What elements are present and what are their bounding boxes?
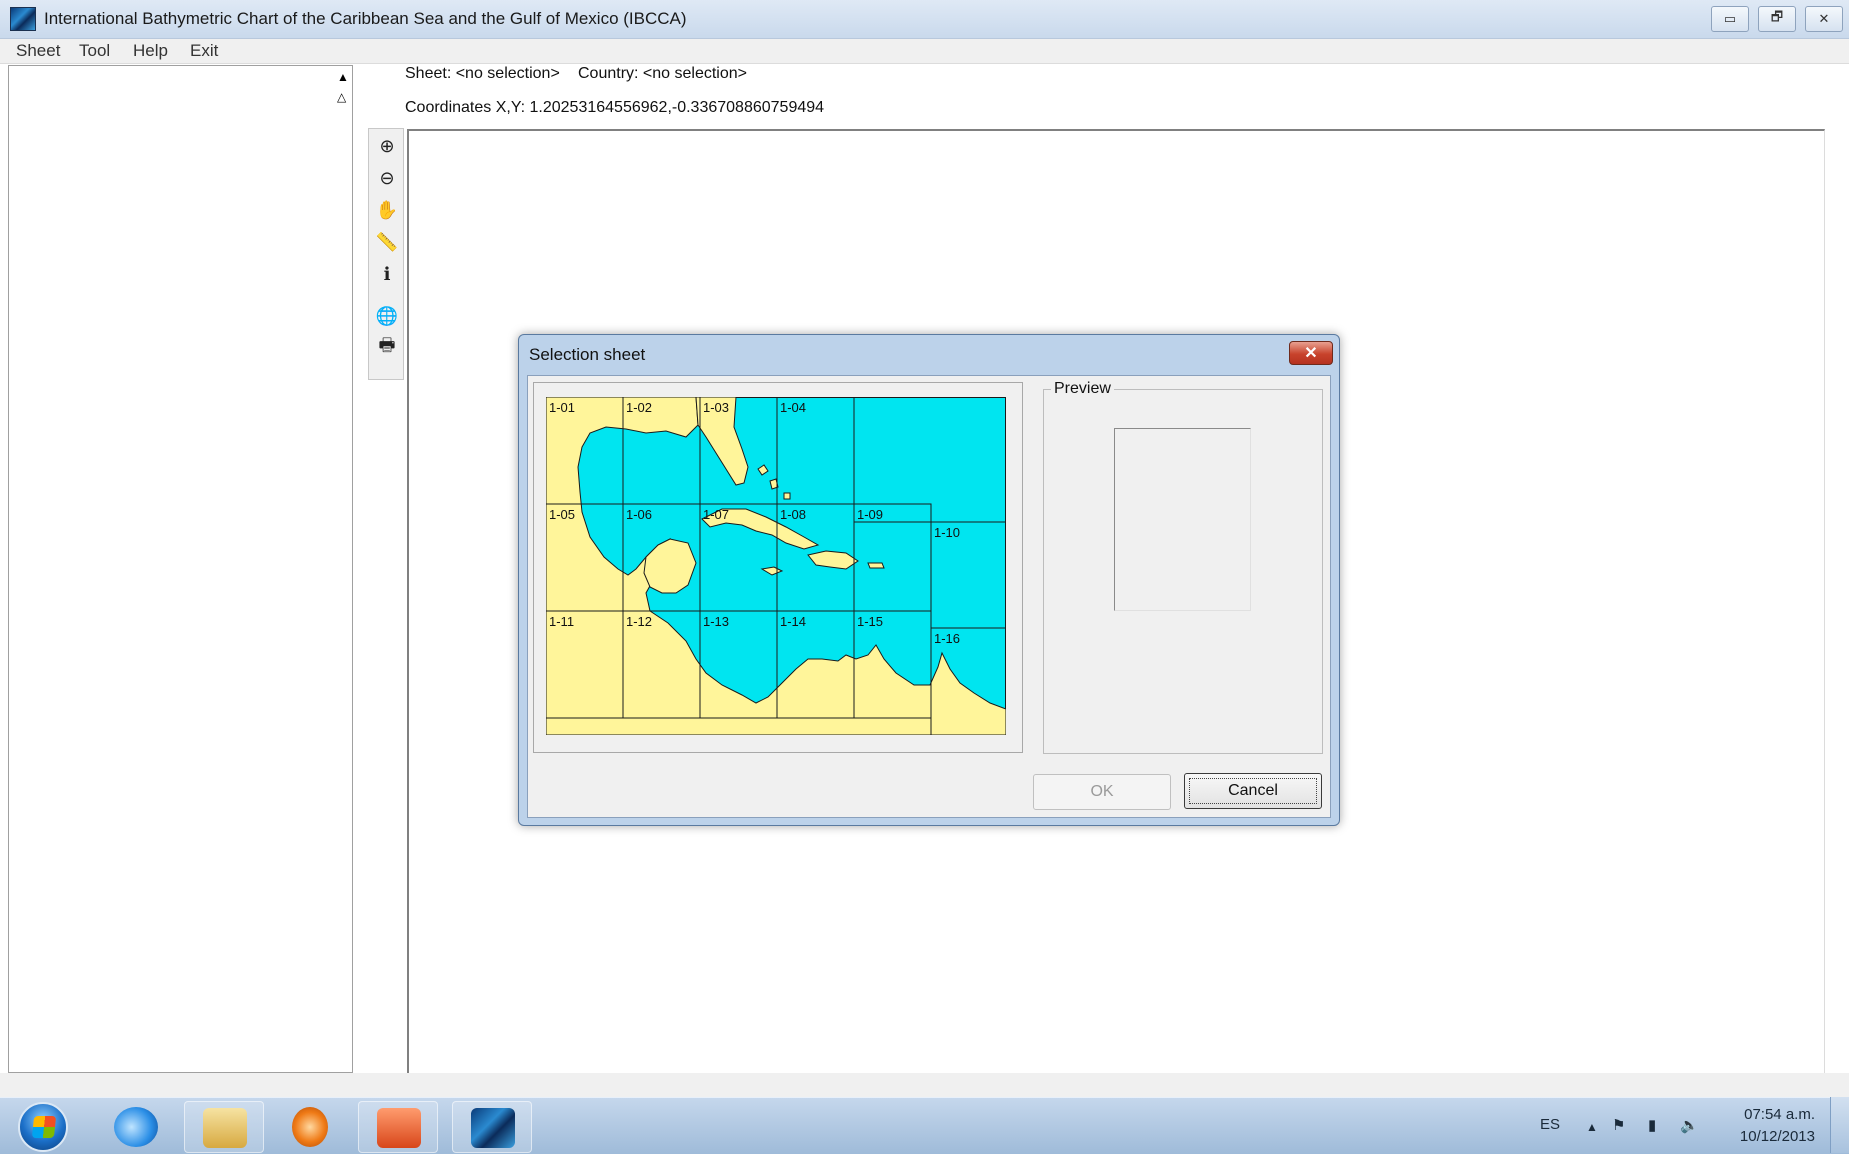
sheet-label[interactable]: 1-01 bbox=[549, 400, 575, 415]
system-clock[interactable]: 07:54 a.m. 10/12/2013 bbox=[1740, 1104, 1815, 1148]
close-icon: ✕ bbox=[1818, 11, 1830, 26]
media-player-icon bbox=[292, 1107, 328, 1147]
sheet-label[interactable]: 1-16 bbox=[934, 631, 960, 646]
app-icon bbox=[10, 7, 36, 31]
dialog-body: 1-01 1-02 1-03 1-04 1-05 1-06 1-07 1-08 1-09 1-10… bbox=[527, 375, 1331, 818]
expand-arrow-icon[interactable]: △ bbox=[337, 90, 346, 104]
sheet-label[interactable]: 1-09 bbox=[857, 507, 883, 522]
action-center-flag-icon[interactable]: ⚑ bbox=[1612, 1116, 1625, 1134]
cancel-button[interactable]: Cancel bbox=[1184, 773, 1322, 809]
zoom-in-icon[interactable]: ⊕ bbox=[374, 133, 400, 159]
sheet-label[interactable]: 1-06 bbox=[626, 507, 652, 522]
country-selection-label: Country: <no selection> bbox=[578, 65, 747, 82]
start-button[interactable] bbox=[18, 1102, 68, 1152]
sheet-label[interactable]: 1-14 bbox=[780, 614, 806, 629]
taskbar-presentation-app[interactable] bbox=[358, 1101, 438, 1153]
restore-button[interactable]: 🗗 bbox=[1758, 6, 1796, 32]
collapse-arrow-icon[interactable]: ▲ bbox=[337, 70, 349, 84]
menu-bar: Sheet Tool Help Exit bbox=[0, 39, 1849, 64]
sheet-label[interactable]: 1-04 bbox=[780, 400, 806, 415]
sheet-label[interactable]: 1-08 bbox=[780, 507, 806, 522]
minimize-icon: ▭ bbox=[1723, 11, 1737, 26]
taskbar-internet-explorer[interactable] bbox=[96, 1101, 176, 1153]
selection-sheet-dialog: Selection sheet ✕ 1-01 1-02 1-03 1-04 1-05 1-… bbox=[518, 334, 1340, 826]
ruler-icon[interactable]: 📏 bbox=[374, 229, 400, 255]
volume-icon[interactable]: 🔈 bbox=[1680, 1116, 1699, 1134]
sheet-label[interactable]: 1-05 bbox=[549, 507, 575, 522]
pan-hand-icon[interactable]: ✋ bbox=[374, 197, 400, 223]
close-icon: ✕ bbox=[1304, 345, 1318, 362]
ok-button[interactable]: OK bbox=[1033, 774, 1171, 810]
layer-tree-panel[interactable] bbox=[8, 65, 353, 1073]
info-icon[interactable]: ℹ bbox=[374, 261, 400, 287]
taskbar bbox=[0, 1097, 1849, 1154]
power-icon[interactable]: ▮ bbox=[1648, 1116, 1656, 1134]
printer-icon[interactable]: 🖶 bbox=[374, 335, 400, 361]
language-indicator[interactable]: ES bbox=[1540, 1116, 1560, 1133]
window-title: International Bathymetric Chart of the C… bbox=[44, 9, 687, 28]
menu-help[interactable]: Help bbox=[133, 41, 168, 61]
focus-rect bbox=[1189, 778, 1317, 804]
taskbar-media-player[interactable] bbox=[270, 1101, 350, 1153]
preview-box bbox=[1114, 428, 1251, 611]
sheet-label[interactable]: 1-11 bbox=[549, 614, 574, 629]
preview-group: Preview bbox=[1043, 380, 1323, 754]
sheet-label[interactable]: 1-02 bbox=[626, 400, 652, 415]
menu-sheet[interactable]: Sheet bbox=[16, 41, 60, 61]
sheet-map-frame: 1-01 1-02 1-03 1-04 1-05 1-06 1-07 1-08 1-09 1-10… bbox=[533, 382, 1023, 753]
globe-icon[interactable]: 🌐 bbox=[374, 303, 400, 329]
zoom-out-icon[interactable]: ⊖ bbox=[374, 165, 400, 191]
folder-icon bbox=[203, 1108, 247, 1148]
taskbar-file-explorer[interactable] bbox=[184, 1101, 264, 1153]
dialog-close-button[interactable]: ✕ bbox=[1289, 341, 1333, 365]
close-window-button[interactable]: ✕ bbox=[1805, 6, 1843, 32]
land-puerto-rico bbox=[867, 562, 885, 569]
clock-time: 07:54 a.m. bbox=[1744, 1106, 1815, 1123]
minimize-button[interactable]: ▭ bbox=[1711, 6, 1749, 32]
title-bar: International Bathymetric Chart of the C… bbox=[0, 0, 1849, 39]
sheet-label[interactable]: 1-15 bbox=[857, 614, 883, 629]
sheet-label[interactable]: 1-13 bbox=[703, 614, 729, 629]
show-hidden-icons-icon[interactable]: ▲ bbox=[1586, 1120, 1598, 1134]
status-strip bbox=[0, 1073, 1849, 1097]
sheet-label[interactable]: 1-03 bbox=[703, 400, 729, 415]
windows-logo-icon bbox=[31, 1116, 57, 1138]
taskbar-ibcca-app[interactable] bbox=[452, 1101, 532, 1153]
internet-explorer-icon bbox=[114, 1107, 158, 1147]
menu-exit[interactable]: Exit bbox=[190, 41, 218, 61]
sheet-selection-label: Sheet: <no selection> bbox=[405, 65, 560, 82]
sheet-index-map[interactable]: 1-01 1-02 1-03 1-04 1-05 1-06 1-07 1-08 1-09 1-10… bbox=[546, 397, 1006, 735]
sheet-label[interactable]: 1-12 bbox=[626, 614, 652, 629]
ibcca-app-icon bbox=[471, 1108, 515, 1148]
restore-icon: 🗗 bbox=[1770, 9, 1784, 24]
map-toolbar: ⊕ ⊖ ✋ 📏 ℹ 🌐 🖶 bbox=[368, 128, 404, 380]
presentation-icon bbox=[377, 1108, 421, 1148]
preview-label: Preview bbox=[1051, 380, 1114, 398]
sheet-label[interactable]: 1-10 bbox=[934, 525, 960, 540]
clock-date: 10/12/2013 bbox=[1739, 1128, 1815, 1145]
sheet-label[interactable]: 1-07 bbox=[703, 507, 729, 522]
coordinates-readout: Coordinates X,Y: 1.20253164556962,-0.336… bbox=[405, 99, 825, 116]
menu-tool[interactable]: Tool bbox=[79, 41, 110, 61]
show-desktop-button[interactable] bbox=[1830, 1097, 1849, 1153]
dialog-title: Selection sheet bbox=[529, 345, 646, 364]
